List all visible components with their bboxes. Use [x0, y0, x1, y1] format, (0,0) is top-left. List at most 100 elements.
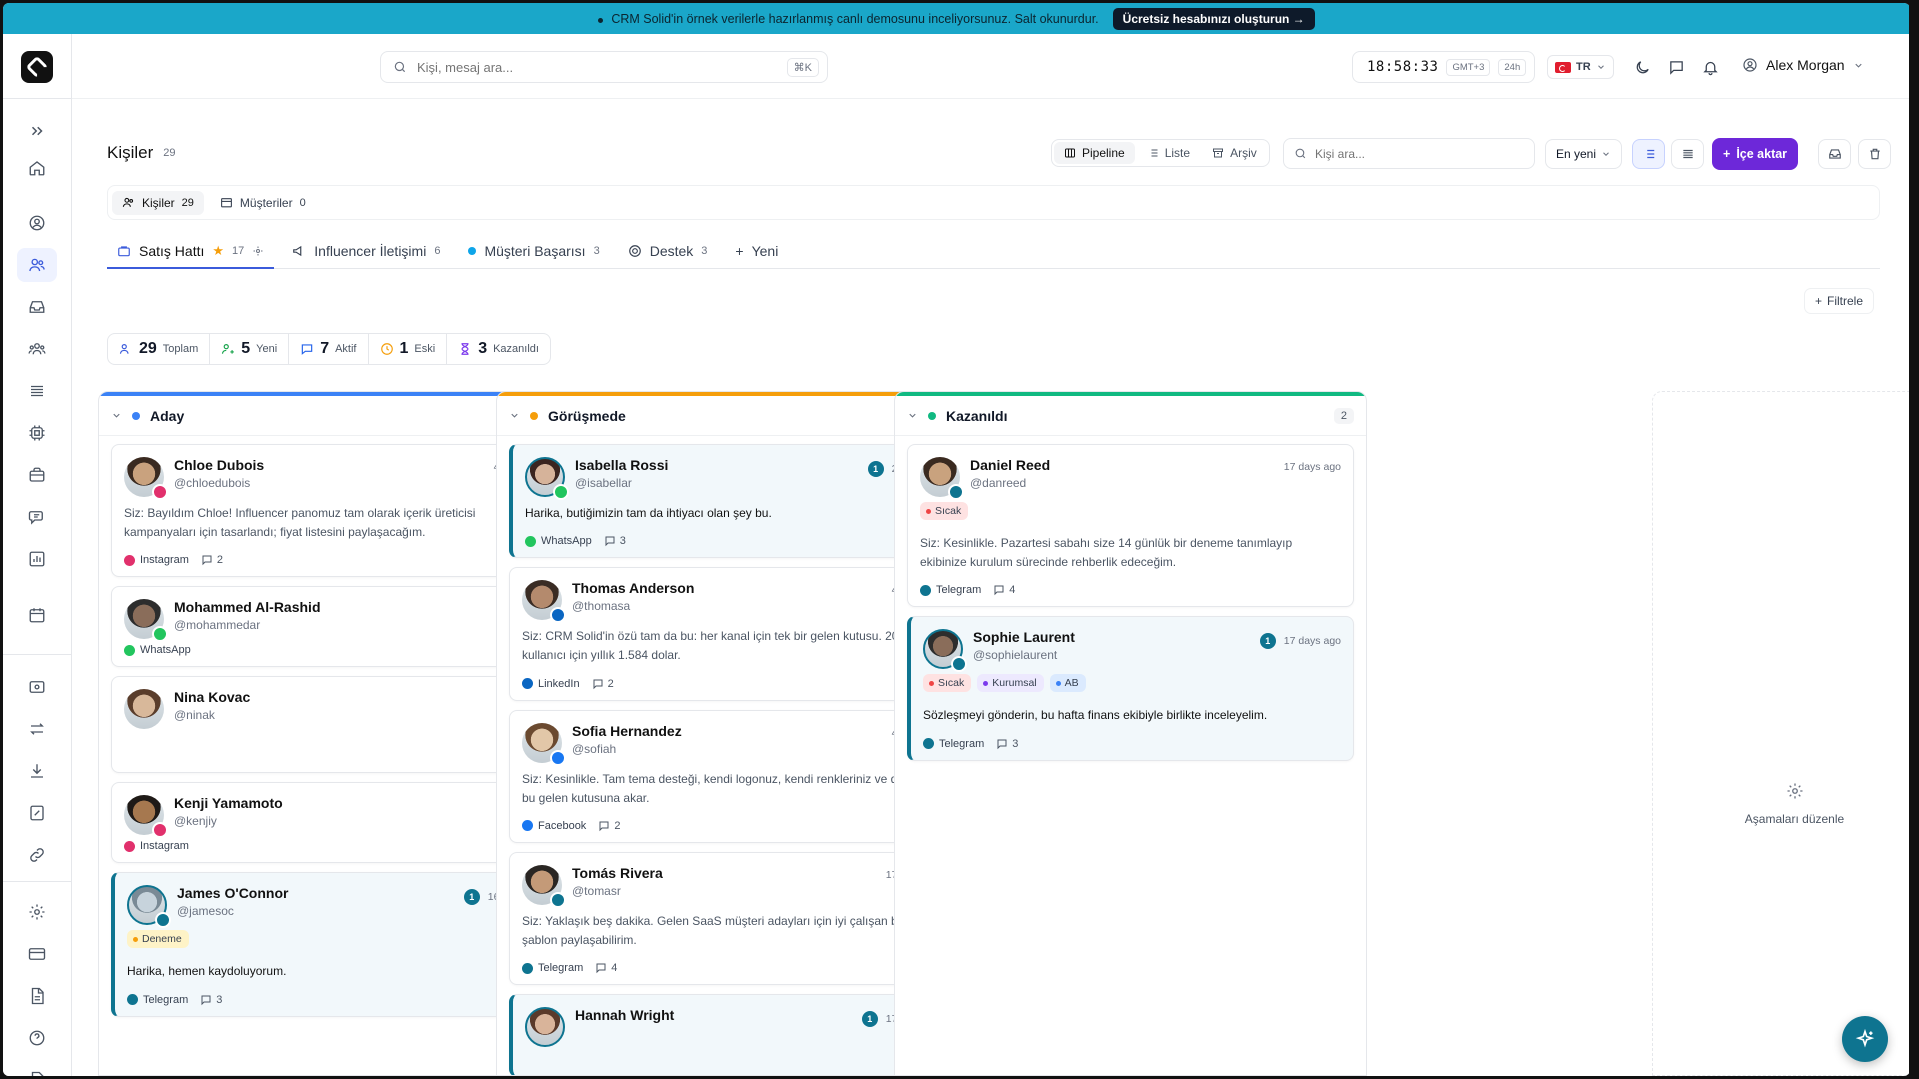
lifebuoy-icon	[628, 244, 641, 257]
notes-icon[interactable]	[17, 1063, 57, 1076]
contact-handle: @chloedubois	[174, 476, 251, 490]
calendar-icon[interactable]	[17, 598, 57, 632]
contacts-icon[interactable]	[17, 248, 57, 282]
billing-icon[interactable]	[17, 670, 57, 704]
tab-support[interactable]: Destek 3	[618, 233, 718, 268]
stage-color-dot	[530, 411, 538, 420]
tab-influencer[interactable]: Influencer İletişimi 6	[282, 233, 450, 268]
archive-icon	[1213, 148, 1224, 158]
stat-won[interactable]: 3 Kazanıldı	[447, 334, 550, 364]
user-avatar-icon	[1743, 58, 1757, 72]
tab-new-pipeline[interactable]: + Yeni	[725, 233, 788, 268]
tab-sales-pipeline[interactable]: Satış Hattı ★ 17	[107, 233, 275, 269]
global-search[interactable]: ⌘K	[380, 51, 828, 83]
sort-dropdown[interactable]: En yeni	[1545, 139, 1623, 169]
integrations-icon[interactable]	[17, 416, 57, 450]
stat-active[interactable]: 7 Aktif	[289, 334, 369, 364]
search-icon	[394, 61, 406, 73]
contact-card[interactable]: Nina Kovac @ninak	[111, 676, 558, 774]
column-title: Görüşmede	[548, 407, 626, 424]
link-icon[interactable]	[17, 838, 57, 872]
main-content: Kişiler 29 Pipeline Liste Arşiv En yeni	[72, 99, 1910, 1076]
create-account-button[interactable]: Ücretsiz hesabınızı oluşturun →	[1112, 7, 1315, 30]
contact-card[interactable]: Isabella Rossi@isabellar12 days agoHarik…	[509, 444, 956, 559]
document-icon[interactable]	[17, 979, 57, 1013]
team-icon[interactable]	[17, 332, 57, 366]
ai-assistant-button[interactable]	[1842, 1016, 1888, 1062]
column-header[interactable]: Kazanıldı 2	[895, 396, 1366, 436]
time-format-badge[interactable]: 24h	[1498, 58, 1527, 76]
filter-button[interactable]: + Filtrele	[1803, 288, 1874, 314]
inbox-icon[interactable]	[17, 290, 57, 324]
contact-search[interactable]	[1283, 138, 1535, 169]
stat-total[interactable]: 29 Toplam	[108, 334, 211, 364]
star-icon[interactable]: ★	[212, 243, 224, 259]
turkey-flag-icon	[1555, 61, 1571, 73]
chevron-down-icon[interactable]	[111, 410, 122, 421]
settings-gear-icon[interactable]	[17, 895, 57, 929]
home-icon[interactable]	[17, 151, 57, 185]
download-icon[interactable]	[17, 754, 57, 788]
user-menu[interactable]: Alex Morgan	[1742, 57, 1864, 73]
tag-badge[interactable]: Sıcak	[920, 502, 969, 520]
help-icon[interactable]	[17, 1021, 57, 1055]
expand-sidebar-icon[interactable]	[17, 114, 57, 148]
transfer-icon[interactable]	[17, 712, 57, 746]
tag-badge[interactable]: Kurumsal	[977, 674, 1044, 693]
view-list-button[interactable]: Liste	[1137, 142, 1200, 164]
inbox-tray-icon[interactable]	[1818, 139, 1851, 169]
window-scrollbar[interactable]	[1909, 0, 1919, 1079]
tag-badge[interactable]: AB	[1049, 674, 1086, 693]
discount-icon[interactable]	[17, 796, 57, 830]
tab-customers[interactable]: Müşteriler 0	[210, 191, 316, 215]
stat-old[interactable]: 1 Eski	[369, 334, 448, 364]
contact-card[interactable]: Sofia Hernandez@sofiah4 days agoSiz: Kes…	[509, 709, 956, 843]
hourglass-icon	[461, 343, 469, 355]
profile-icon[interactable]	[17, 206, 57, 240]
edit-stages-panel[interactable]: Aşamaları düzenle	[1652, 391, 1910, 1076]
chevron-down-icon[interactable]	[907, 410, 918, 421]
credit-card-icon[interactable]	[17, 937, 57, 971]
language-selector[interactable]: TR	[1547, 55, 1614, 79]
timezone-badge[interactable]: GMT+3	[1446, 58, 1491, 76]
global-search-input[interactable]	[417, 59, 777, 75]
contact-card[interactable]: Tomás Rivera@tomasr17 days agoSiz: Yakla…	[509, 851, 956, 986]
tab-customer-success[interactable]: Müşteri Başarısı 3	[458, 233, 609, 268]
contact-card[interactable]: Thomas Anderson@thomasa4 days agoSiz: CR…	[509, 567, 956, 701]
import-button[interactable]: + İçe aktar	[1712, 138, 1799, 170]
chat-icon[interactable]	[17, 500, 57, 534]
contact-card[interactable]: Daniel Reed @danreed 17 days ago Sıcak Siz: …	[907, 444, 1354, 608]
settings-gear-icon[interactable]	[252, 245, 264, 257]
view-pipeline-button[interactable]: Pipeline	[1054, 142, 1135, 164]
contact-card[interactable]: Kenji Yamamoto @kenjiy Instagram	[111, 782, 558, 864]
messages-icon[interactable]	[1666, 57, 1686, 77]
card-meta: LinkedIn 2	[522, 678, 943, 690]
contact-card[interactable]: Mohammed Al-Rashid @mohammedar WhatsApp	[111, 586, 558, 668]
briefcase-icon[interactable]	[17, 458, 57, 492]
contact-card[interactable]: Sophie Laurent @sophielaurent 1 17 days ago…	[907, 616, 1354, 761]
view-archive-button[interactable]: Arşiv	[1202, 142, 1267, 164]
app-logo[interactable]	[21, 51, 53, 83]
channel-icon	[525, 535, 536, 547]
dark-mode-icon[interactable]	[1632, 57, 1652, 77]
dense-list-icon[interactable]	[1671, 139, 1704, 169]
tab-persons[interactable]: Kişiler 29	[112, 190, 204, 215]
channel-badge-icon	[152, 822, 168, 839]
last-message: Harika, hemen kaydoluyorum.	[127, 964, 287, 979]
tag-badge[interactable]: Sıcak	[923, 674, 972, 693]
stat-new[interactable]: 5 Yeni	[210, 334, 290, 364]
contact-card[interactable]: Chloe Dubois@chloedubois4 days agoSiz: B…	[111, 444, 558, 578]
reports-icon[interactable]	[17, 542, 57, 576]
contact-card[interactable]: Hannah Wright117 days ago	[509, 994, 956, 1075]
tag-badge[interactable]: Deneme	[127, 930, 189, 949]
database-icon[interactable]	[17, 374, 57, 408]
contact-card[interactable]: James O'Connor@jamesoc116 days agoDeneme…	[111, 872, 558, 1017]
trash-icon[interactable]	[1858, 139, 1891, 169]
compact-list-icon[interactable]	[1632, 139, 1665, 169]
chevron-down-icon[interactable]	[509, 410, 520, 421]
avatar	[124, 689, 164, 730]
channel-label: LinkedIn	[522, 678, 580, 690]
bell-icon[interactable]	[1700, 57, 1720, 77]
contact-handle: @danreed	[970, 476, 1027, 490]
contact-search-input[interactable]	[1315, 146, 1534, 161]
